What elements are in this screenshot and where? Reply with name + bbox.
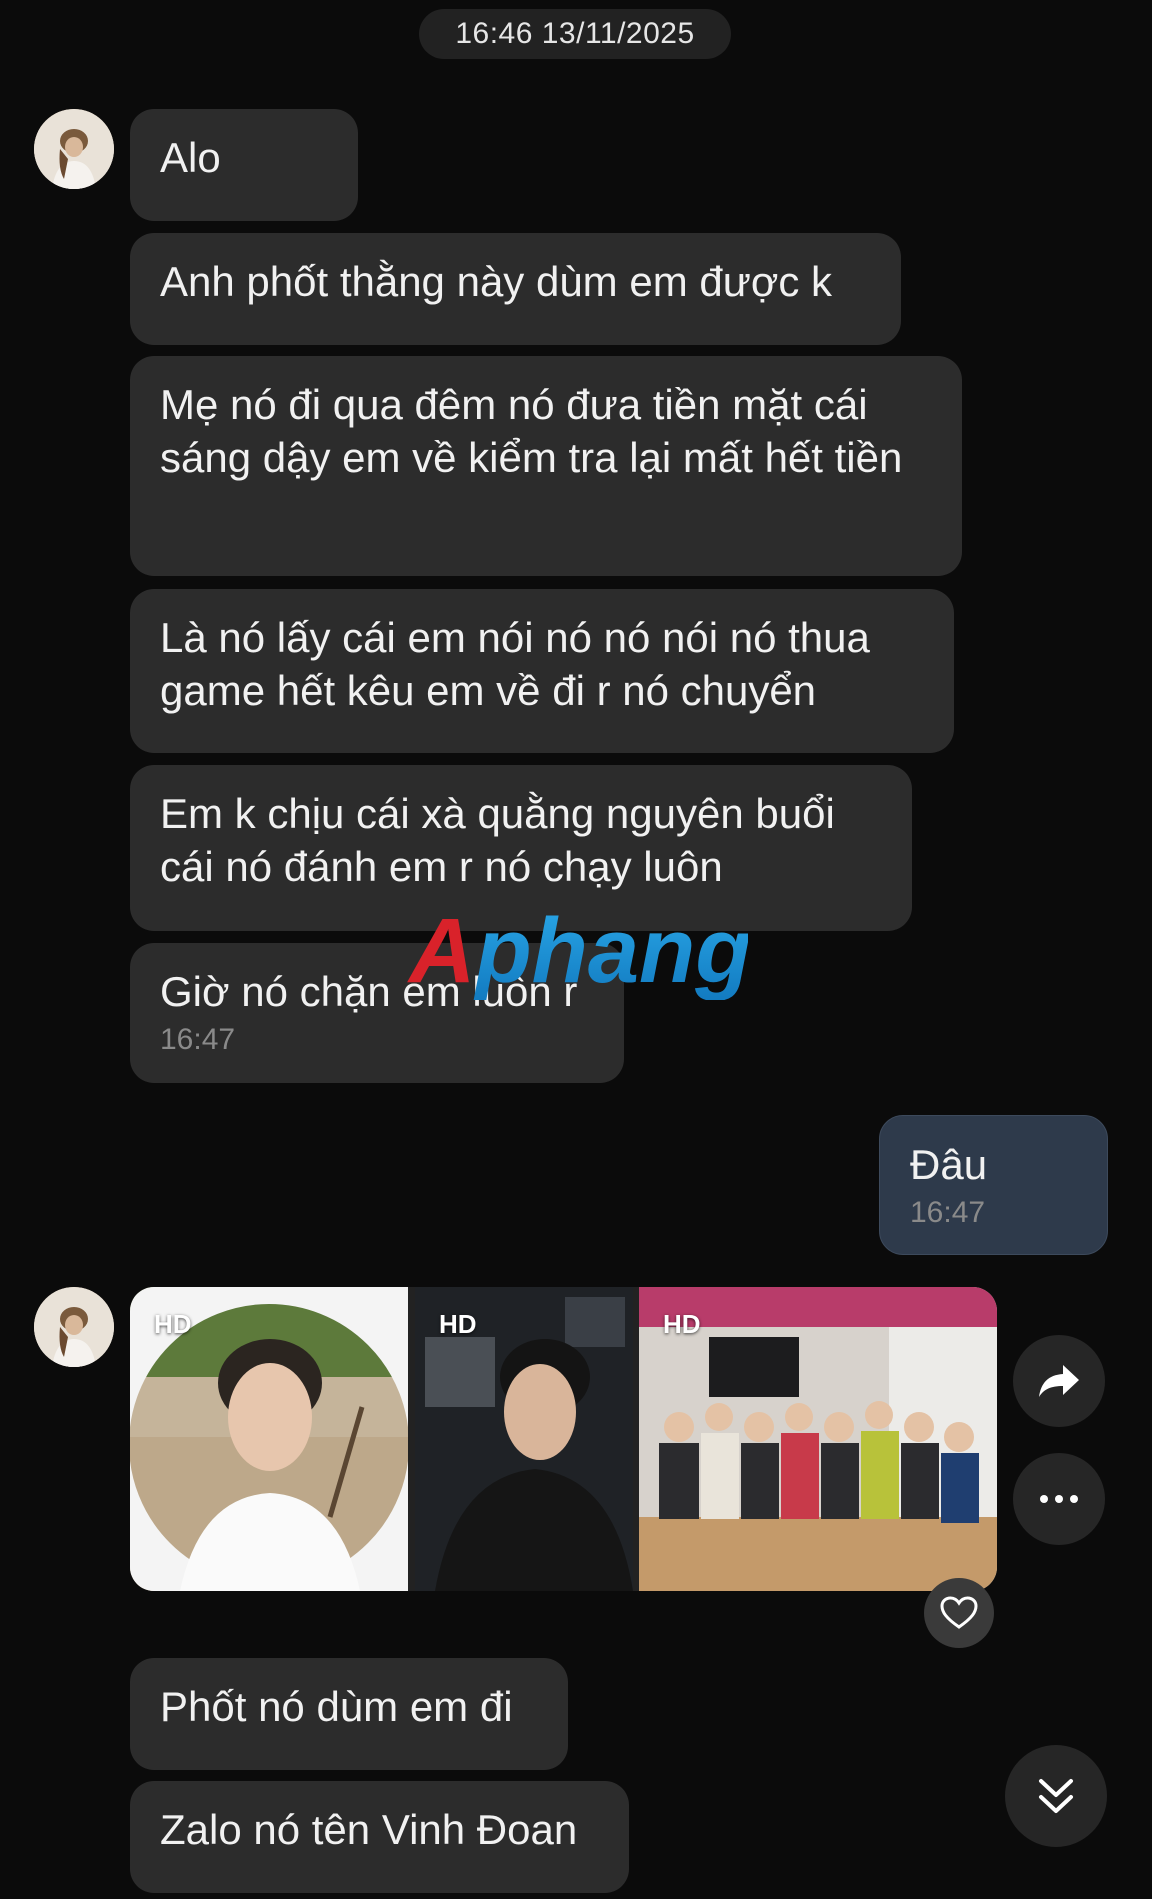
sender-avatar[interactable] (34, 1287, 114, 1367)
watermark-first-letter: A (407, 900, 475, 1000)
message-text: Mẹ nó đi qua đêm nó đưa tiền mặt cái sán… (160, 381, 903, 481)
message-bubble[interactable]: Mẹ nó đi qua đêm nó đưa tiền mặt cái sán… (130, 356, 962, 576)
more-options-button[interactable] (1013, 1453, 1105, 1545)
hd-badge: HD (154, 1309, 192, 1339)
scroll-to-bottom-button[interactable] (1005, 1745, 1107, 1847)
photo-3[interactable]: HD (639, 1287, 997, 1591)
photo-1[interactable]: HD (130, 1287, 408, 1591)
react-heart-button[interactable] (924, 1578, 994, 1648)
avatar-photo (34, 109, 114, 189)
message-text: Alo (160, 134, 221, 181)
hd-badge: HD (439, 1309, 477, 1339)
message-text: Em k chịu cái xà quằng nguyên buổi cái n… (160, 790, 835, 890)
message-text: Đâu (910, 1141, 988, 1188)
message-text: Là nó lấy cái em nói nó nó nói nó thua g… (160, 614, 870, 714)
message-time: 16:47 (160, 1023, 236, 1056)
heart-icon (940, 1596, 978, 1629)
avatar-photo (34, 1287, 114, 1367)
hd-badge: HD (663, 1309, 701, 1339)
watermark-letter-a: Aphang (407, 900, 748, 1000)
message-bubble[interactable]: Phốt nó dùm em đi (130, 1658, 568, 1770)
message-text: Zalo nó tên Vinh Đoan (160, 1806, 578, 1853)
double-chevron-down-icon (1039, 1779, 1073, 1813)
message-text: Phốt nó dùm em đi (160, 1683, 513, 1730)
watermark-rest: phang (472, 900, 748, 1000)
forward-button[interactable] (1013, 1335, 1105, 1427)
more-dots-icon (1040, 1495, 1078, 1503)
date-time-separator: 16:46 13/11/2025 (419, 9, 731, 59)
photo-2[interactable]: HD (415, 1287, 633, 1591)
message-time: 16:47 (910, 1196, 986, 1229)
message-bubble[interactable]: Zalo nó tên Vinh Đoan (130, 1781, 629, 1893)
share-forward-icon (1039, 1365, 1079, 1397)
outgoing-message-bubble[interactable]: Đâu 16:47 (879, 1115, 1108, 1255)
sender-avatar[interactable] (34, 109, 114, 189)
photo-album: HD HD HD (130, 1287, 997, 1591)
message-text: Anh phốt thằng này dùm em được k (160, 258, 833, 305)
message-bubble[interactable]: Là nó lấy cái em nói nó nó nói nó thua g… (130, 589, 954, 753)
message-bubble[interactable]: Alo (130, 109, 358, 221)
watermark-logo: Aphang (407, 900, 748, 1000)
message-bubble[interactable]: Anh phốt thằng này dùm em được k (130, 233, 901, 345)
